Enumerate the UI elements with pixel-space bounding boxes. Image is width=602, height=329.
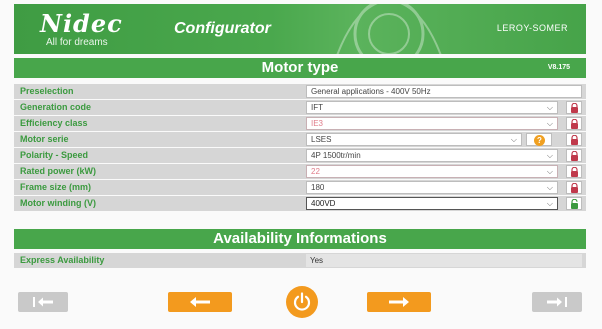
chevron-down-icon: ⌵ (546, 119, 553, 128)
brand-logo: LEROY-SOMER (496, 23, 568, 33)
row-polarity-speed: Polarity - Speed 4P 1500tr/min ⌵ (14, 148, 586, 163)
preselection-value: General applications - 400V 50Hz (306, 85, 582, 98)
efficiency-class-value: IE3 (311, 119, 324, 128)
motor-serie-select[interactable]: LSES ⌵ (306, 133, 522, 146)
chevron-down-icon: ⌵ (546, 103, 553, 112)
frame-size-lock-button[interactable] (566, 181, 582, 194)
motor-winding-value: 400VD (311, 199, 336, 208)
row-express-availability: Express Availability Yes (14, 253, 586, 268)
chevron-down-icon: ⌵ (510, 135, 517, 144)
polarity-speed-select[interactable]: 4P 1500tr/min ⌵ (306, 149, 558, 162)
polarity-speed-label: Polarity - Speed (20, 150, 89, 160)
last-page-button[interactable] (532, 292, 582, 312)
express-availability-label: Express Availability (20, 255, 105, 265)
row-generation-code: Generation code IFT ⌵ (14, 100, 586, 115)
row-frame-size: Frame size (mm) 180 ⌵ (14, 180, 586, 195)
padlock-locked-icon (571, 103, 578, 113)
rated-power-label: Rated power (kW) (20, 166, 97, 176)
padlock-locked-icon (571, 119, 578, 129)
polarity-speed-lock-button[interactable] (566, 149, 582, 162)
padlock-locked-icon (571, 183, 578, 193)
first-page-button[interactable] (18, 292, 68, 312)
row-motor-winding: Motor winding (V) 400VD ⌵ (14, 196, 586, 211)
chevron-down-icon: ⌵ (546, 183, 553, 192)
nidec-logo: Nidec (40, 9, 123, 38)
chevron-down-icon: ⌵ (546, 167, 553, 176)
padlock-locked-icon (571, 135, 578, 145)
frame-size-value: 180 (311, 183, 325, 192)
motor-form: Preselection General applications - 400V… (14, 84, 586, 212)
polarity-speed-value: 4P 1500tr/min (311, 151, 361, 160)
preselection-label: Preselection (20, 86, 74, 96)
rated-power-value: 22 (311, 167, 320, 176)
express-availability-value: Yes (306, 254, 582, 267)
generation-code-select[interactable]: IFT ⌵ (306, 101, 558, 114)
row-motor-serie: Motor serie LSES ⌵ ? (14, 132, 586, 147)
availability-title: Availability Informations (213, 230, 387, 247)
frame-size-label: Frame size (mm) (20, 182, 92, 192)
arrow-left-icon (190, 297, 210, 307)
motor-winding-select[interactable]: 400VD ⌵ (306, 197, 558, 210)
arrow-right-icon (389, 297, 409, 307)
rated-power-lock-button[interactable] (566, 165, 582, 178)
power-icon (293, 292, 311, 311)
last-page-icon (547, 297, 567, 307)
generation-code-value: IFT (311, 103, 323, 112)
efficiency-class-select[interactable]: IE3 ⌵ (306, 117, 558, 130)
motor-winding-label: Motor winding (V) (20, 198, 96, 208)
frame-size-select[interactable]: 180 ⌵ (306, 181, 558, 194)
row-rated-power: Rated power (kW) 22 ⌵ (14, 164, 586, 179)
help-icon: ? (534, 135, 545, 146)
logo-tagline: All for dreams (46, 37, 108, 48)
chevron-down-icon: ⌵ (546, 151, 553, 160)
power-button[interactable] (286, 286, 318, 318)
next-button[interactable] (367, 292, 431, 312)
generation-code-lock-button[interactable] (566, 101, 582, 114)
configurator-window: Nidec All for dreams Configurator LEROY-… (0, 0, 602, 329)
app-title: Configurator (174, 20, 271, 37)
motor-serie-label: Motor serie (20, 134, 69, 144)
efficiency-class-label: Efficiency class (20, 118, 88, 128)
padlock-locked-icon (571, 167, 578, 177)
version-label: V8.175 (547, 64, 570, 71)
padlock-locked-icon (571, 151, 578, 161)
motor-serie-value: LSES (311, 135, 332, 144)
generation-code-label: Generation code (20, 102, 92, 112)
chevron-down-icon: ⌵ (546, 199, 553, 208)
first-page-icon (33, 297, 53, 307)
motor-type-header: Motor type V8.175 (14, 58, 586, 78)
padlock-unlocked-icon (571, 199, 578, 209)
efficiency-class-lock-button[interactable] (566, 117, 582, 130)
row-preselection: Preselection General applications - 400V… (14, 84, 586, 99)
header-banner: Nidec All for dreams Configurator LEROY-… (14, 4, 586, 54)
availability-header: Availability Informations (14, 229, 586, 249)
motor-serie-lock-button[interactable] (566, 133, 582, 146)
motor-serie-help-button[interactable]: ? (526, 133, 552, 146)
rated-power-select[interactable]: 22 ⌵ (306, 165, 558, 178)
motor-graphic-decoration (336, 4, 442, 54)
previous-button[interactable] (168, 292, 232, 312)
motor-type-title: Motor type (261, 59, 339, 76)
row-efficiency-class: Efficiency class IE3 ⌵ (14, 116, 586, 131)
motor-winding-lock-button[interactable] (566, 197, 582, 210)
